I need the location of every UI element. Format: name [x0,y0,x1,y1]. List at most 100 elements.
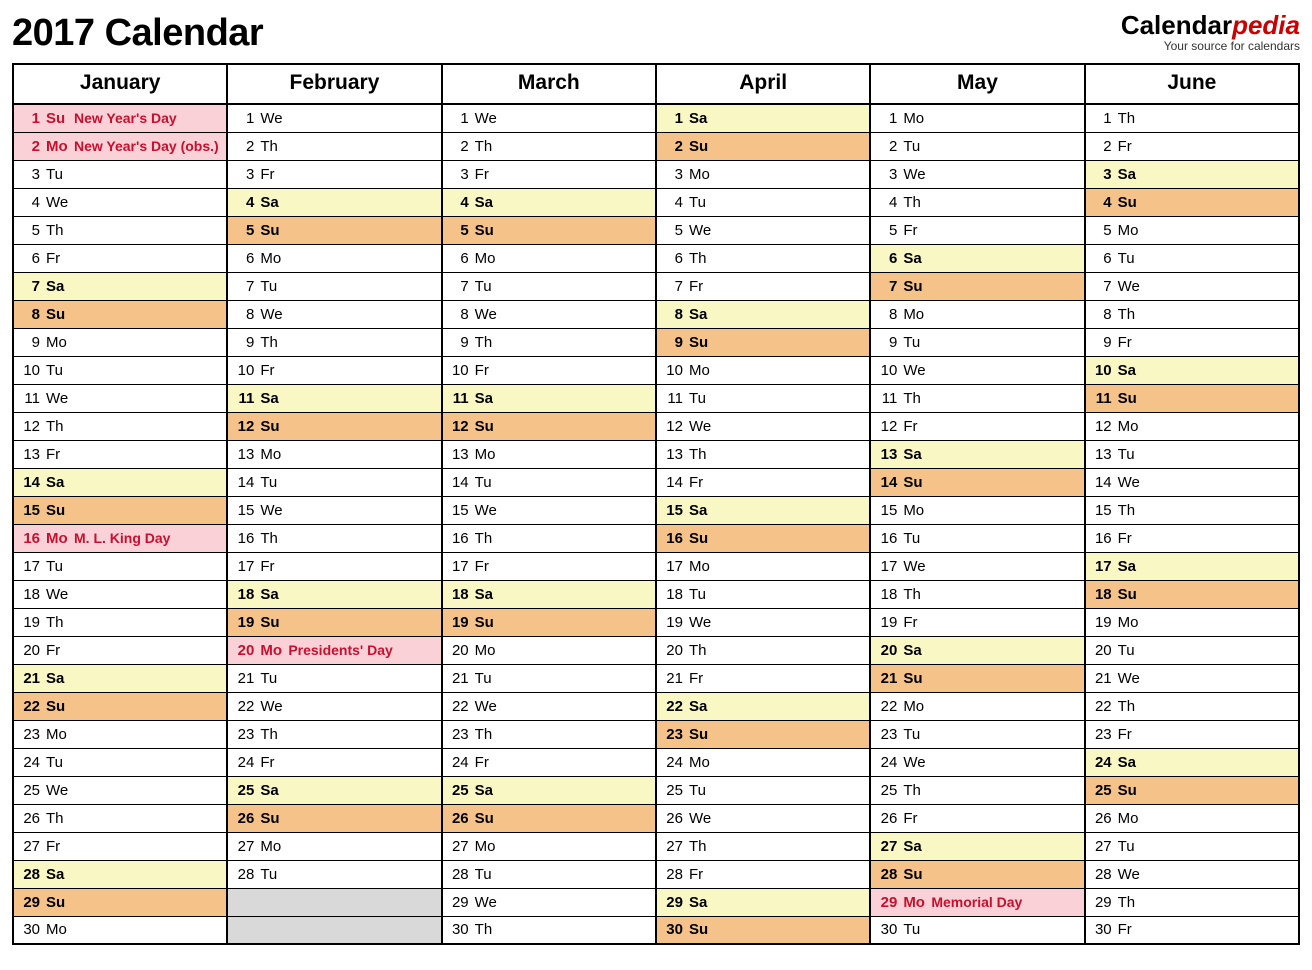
day-of-week: Mo [903,306,929,323]
calendar-row: 28Sa28Tu28Tu28Fr28Su28We [13,860,1299,888]
day-number: 30 [449,921,469,938]
day-number: 1 [663,110,683,127]
day-cell: 6Sa [870,244,1084,272]
day-of-week: Sa [689,698,715,715]
day-cell: 24We [870,748,1084,776]
day-of-week: Th [903,194,929,211]
holiday-label: Memorial Day [931,894,1022,910]
day-number: 21 [234,670,254,687]
day-of-week: Th [475,530,501,547]
day-of-week: Mo [475,250,501,267]
day-number: 20 [1092,642,1112,659]
day-cell: 22Th [1085,692,1299,720]
day-of-week: Th [1118,110,1144,127]
day-of-week: Sa [260,390,286,407]
day-number: 11 [1092,390,1112,407]
day-number: 25 [449,782,469,799]
day-cell: 25We [13,776,227,804]
day-of-week: Sa [689,110,715,127]
day-cell: 15 We [442,496,656,524]
day-number: 9 [20,334,40,351]
day-cell: 14Sa [13,468,227,496]
day-of-week: Fr [46,838,72,855]
day-of-week: Mo [46,726,72,743]
day-number: 2 [20,138,40,155]
calendar-row: 26Th26Su26Su26We26Fr26Mo [13,804,1299,832]
day-of-week: Th [475,726,501,743]
day-of-week: Th [46,418,72,435]
day-of-week: Fr [46,642,72,659]
calendar-row: 14Sa14Tu14Tu14Fr14Su14We [13,468,1299,496]
day-of-week: Fr [689,278,715,295]
day-cell: 5Mo [1085,216,1299,244]
day-cell: 20Sa [870,636,1084,664]
day-cell: 11Th [870,384,1084,412]
day-cell: 4We [13,188,227,216]
day-number: 13 [449,446,469,463]
day-of-week: Sa [46,278,72,295]
day-cell: 12Su [227,412,441,440]
day-of-week: Mo [1118,810,1144,827]
day-of-week: Th [46,614,72,631]
day-number: 15 [449,502,469,519]
day-cell: 23Fr [1085,720,1299,748]
day-cell: 16Th [442,524,656,552]
day-cell: 8Su [13,300,227,328]
day-number: 14 [234,474,254,491]
day-number: 5 [1092,222,1112,239]
day-of-week: Th [903,390,929,407]
brand-name: Calendarpedia [1121,12,1300,38]
day-cell: 27Th [656,832,870,860]
day-cell: 23Th [227,720,441,748]
day-number: 2 [449,138,469,155]
day-number: 3 [1092,166,1112,183]
day-cell: 8We [227,300,441,328]
day-of-week: Mo [903,502,929,519]
day-cell: 10Fr [227,356,441,384]
day-of-week: Su [475,418,501,435]
day-cell: 29Th [1085,888,1299,916]
day-number: 17 [234,558,254,575]
holiday-label: New Year's Day [74,110,177,126]
day-number: 7 [234,278,254,295]
day-of-week: Su [689,334,715,351]
day-of-week: Mo [1118,614,1144,631]
day-number: 22 [877,698,897,715]
day-of-week: Sa [1118,558,1144,575]
day-cell: 5We [656,216,870,244]
day-number: 3 [20,166,40,183]
day-cell: 7Sa [13,272,227,300]
day-cell: 1Mo [870,104,1084,132]
day-number: 4 [449,194,469,211]
day-of-week: Th [903,586,929,603]
day-of-week: We [475,502,501,519]
day-number: 19 [877,614,897,631]
day-cell: 28Fr [656,860,870,888]
day-number: 2 [1092,138,1112,155]
day-number: 8 [1092,306,1112,323]
day-of-week: Mo [689,558,715,575]
day-of-week: Tu [1118,838,1144,855]
day-of-week: Sa [475,586,501,603]
day-number: 26 [663,810,683,827]
day-number: 21 [20,670,40,687]
day-cell: 13Mo [442,440,656,468]
day-cell: 23Th [442,720,656,748]
day-cell: 19Su [227,608,441,636]
day-cell: 13Fr [13,440,227,468]
day-of-week: Tu [1118,446,1144,463]
calendar-row: 9Mo9Th9Th9Su9Tu9Fr [13,328,1299,356]
day-of-week: Sa [260,586,286,603]
day-number: 22 [449,698,469,715]
day-of-week: Fr [46,446,72,463]
day-number: 27 [20,838,40,855]
day-of-week: Mo [903,894,929,911]
day-number: 4 [877,194,897,211]
day-cell: 9Th [442,328,656,356]
day-of-week: Sa [689,502,715,519]
day-number: 19 [449,614,469,631]
day-cell: 27Mo [442,832,656,860]
day-cell: 29MoMemorial Day [870,888,1084,916]
day-cell: 26We [656,804,870,832]
day-of-week: Fr [689,474,715,491]
